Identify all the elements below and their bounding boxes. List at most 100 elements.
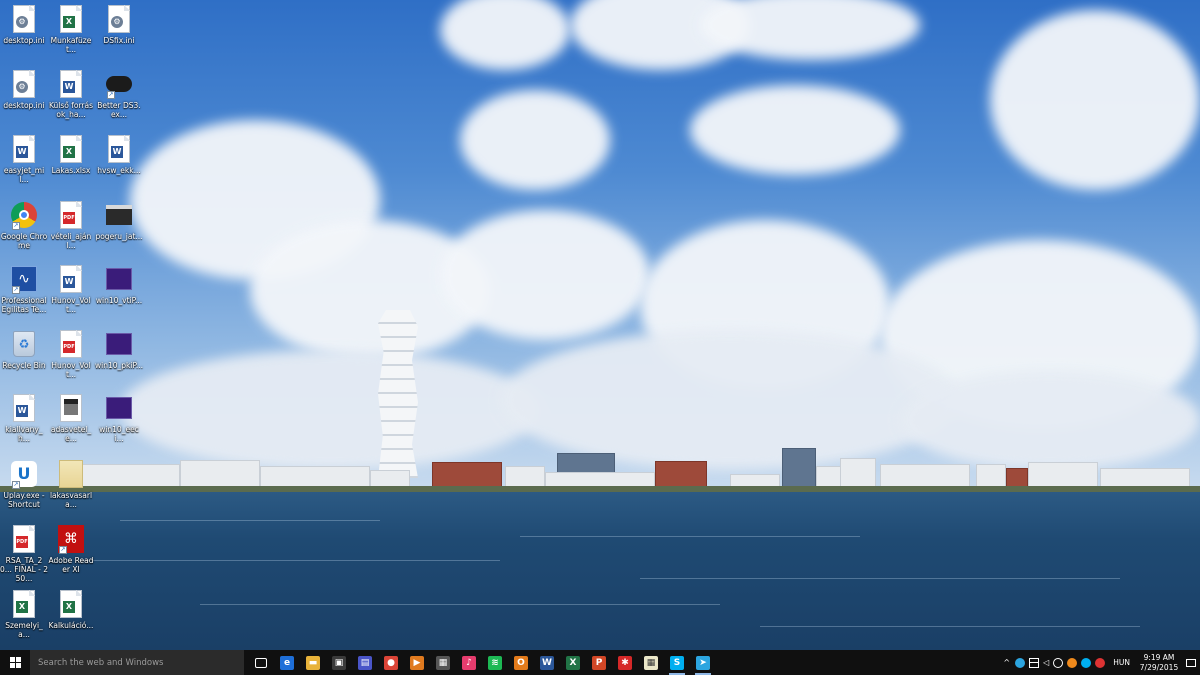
desktop-icon[interactable]: W Hunov_Volt... (47, 264, 95, 314)
pdf-file-icon: PDF (58, 329, 84, 359)
wifi-icon[interactable] (1053, 657, 1064, 668)
desktop-icon[interactable]: pogeru_jat... (95, 200, 143, 241)
itunes-taskbar-button[interactable]: ♪ (458, 650, 480, 675)
file-explorer-icon: ▬ (306, 655, 320, 670)
desktop-icon[interactable]: win10_pkiP... (95, 329, 143, 370)
desktop-icon[interactable]: ↗ Better DS3.ex... (95, 69, 143, 119)
desktop-icon-label: hvsw_ekk... (97, 166, 141, 175)
desktop-icon[interactable]: Weasyjet_mil... (0, 134, 48, 184)
desktop-icon[interactable]: ↗ Google Chrome (0, 200, 48, 250)
telegram-taskbar-button[interactable]: ➤ (692, 650, 714, 675)
desktop-icon[interactable]: U ↗ Uplay.exe - Shortcut (0, 459, 48, 509)
desktop-icon[interactable]: ∿ ↗ Professional Egilitas Te... (0, 264, 48, 314)
action-center-button[interactable] (1182, 650, 1200, 675)
cloud (990, 10, 1200, 190)
store-icon: ▣ (332, 655, 346, 670)
spotify-taskbar-button[interactable]: ≋ (484, 650, 506, 675)
desktop-icon[interactable]: ⚙ desktop.ini (0, 69, 48, 110)
powerpoint-taskbar-button[interactable]: P (588, 650, 610, 675)
desktop-icon-label: Lakas.xlsx (51, 166, 91, 175)
desktop-icon[interactable]: ⚙ DSfix.ini (95, 4, 143, 45)
powershell-icon (106, 264, 132, 294)
power-icon[interactable] (1095, 657, 1106, 668)
terminal-window-icon (106, 200, 132, 230)
desktop-icon[interactable]: win10_eeci... (95, 393, 143, 443)
itunes-icon: ♪ (462, 655, 476, 670)
desktop-icon-label: DSfix.ini (103, 36, 135, 45)
desktop-icon[interactable]: PDF Hunov_Volt... (47, 329, 95, 379)
desktop-icon-label: Professional Egilitas Te... (1, 296, 47, 314)
desktop-icon[interactable]: Wkiallvany_h... (0, 393, 48, 443)
chrome-icon: ● (384, 655, 398, 670)
desktop-icon[interactable]: Whvsw_ekk... (95, 134, 143, 175)
desktop-icon-label: Uplay.exe - Shortcut (3, 491, 45, 509)
desktop-icon[interactable]: X Szemelyi_a... (0, 589, 48, 639)
spotify-icon: ≋ (488, 655, 502, 670)
desktop-icon-label: Munkafüzet... (50, 36, 92, 54)
tray-chevron-icon[interactable]: ^ (1003, 658, 1010, 667)
store-taskbar-button[interactable]: ▣ (328, 650, 350, 675)
desktop-icon-label: Recycle Bin (2, 361, 46, 370)
telegram-tray-icon[interactable] (1015, 657, 1026, 668)
skype-taskbar-button[interactable]: S (666, 650, 688, 675)
desktop-icon[interactable]: W Külső források_ha... (47, 69, 95, 119)
movie-maker-icon: ▦ (436, 655, 450, 670)
desktop-icon[interactable]: X Kalkuláció... (47, 589, 95, 630)
cloud (500, 330, 960, 470)
puzzle-taskbar-button[interactable]: ✱ (614, 650, 636, 675)
building (880, 464, 970, 488)
building (1006, 468, 1028, 488)
pdf-file-icon: PDF (58, 200, 84, 230)
notification-icon (1186, 658, 1196, 667)
desktop-icon-label: RSA_TA_20... FINAL - 250... (0, 556, 48, 583)
powershell-icon (106, 329, 132, 359)
file-explorer-taskbar-button[interactable]: ▬ (302, 650, 324, 675)
desktop-icon-label: adasvetel_e... (50, 425, 92, 443)
start-button[interactable] (0, 650, 30, 675)
pdf-file-icon: PDF (11, 524, 37, 554)
desktop-icon[interactable]: X Munkafüzet... (47, 4, 95, 54)
desktop-icon[interactable]: ⌘ ↗ Adobe Reader XI (47, 524, 95, 574)
settings-file-icon: ⚙ (106, 4, 132, 34)
avast-icon[interactable] (1067, 657, 1078, 668)
language-indicator[interactable]: HUN (1113, 658, 1130, 667)
desktop-icon-label: Hunov_Volt... (51, 296, 91, 314)
desktop-icon[interactable]: lakasvasarla... (47, 459, 95, 509)
desktop-icon[interactable]: win10_vtiP... (95, 264, 143, 305)
chrome-taskbar-button[interactable]: ● (380, 650, 402, 675)
powershell-icon (106, 393, 132, 423)
search-box[interactable]: Search the web and Windows (30, 650, 244, 675)
movie-maker-taskbar-button[interactable]: ▦ (432, 650, 454, 675)
wave (640, 578, 1120, 579)
desktop-icon-label: lakasvasarla... (49, 491, 93, 509)
desktop-icon[interactable]: ⚙ desktop.ini (0, 4, 48, 45)
word-taskbar-button[interactable]: W (536, 650, 558, 675)
word-document-icon: W (58, 69, 84, 99)
skype-tray-icon[interactable] (1081, 657, 1092, 668)
media-player-taskbar-button[interactable]: ▶ (406, 650, 428, 675)
building (840, 458, 876, 488)
calculator-icon: ▦ (644, 655, 658, 670)
edge-taskbar-button[interactable]: e (276, 650, 298, 675)
desktop-icon[interactable]: X Lakas.xlsx (47, 134, 95, 175)
adobe-reader-icon: ⌘ ↗ (58, 524, 84, 554)
excel-workbook-icon: X (58, 134, 84, 164)
clock[interactable]: 9:19 AM 7/29/2015 (1136, 653, 1182, 673)
building (432, 462, 502, 488)
save-disk-taskbar-button[interactable]: ▤ (354, 650, 376, 675)
desktop-icon[interactable]: ♻ Recycle Bin (0, 329, 48, 370)
desktop-icon[interactable]: PDF RSA_TA_20... FINAL - 250... (0, 524, 48, 583)
task-view-taskbar-button[interactable]: ▭ (250, 650, 272, 675)
excel-taskbar-button[interactable]: X (562, 650, 584, 675)
gamepad-icon: ↗ (106, 69, 132, 99)
desktop-icon-label: desktop.ini (3, 101, 45, 110)
desktop-icon-label: pogeru_jat... (95, 232, 143, 241)
volume-icon[interactable]: ◁ (1043, 658, 1049, 667)
calculator-taskbar-button[interactable]: ▦ (640, 650, 662, 675)
word-document-icon: W (11, 393, 37, 423)
outlook-taskbar-button[interactable]: O (510, 650, 532, 675)
desktop-icon[interactable]: adasvetel_e... (47, 393, 95, 443)
network-icon[interactable] (1029, 657, 1040, 668)
outlook-icon: O (514, 655, 528, 670)
desktop-icon[interactable]: PDF vételi_ajánl... (47, 200, 95, 250)
